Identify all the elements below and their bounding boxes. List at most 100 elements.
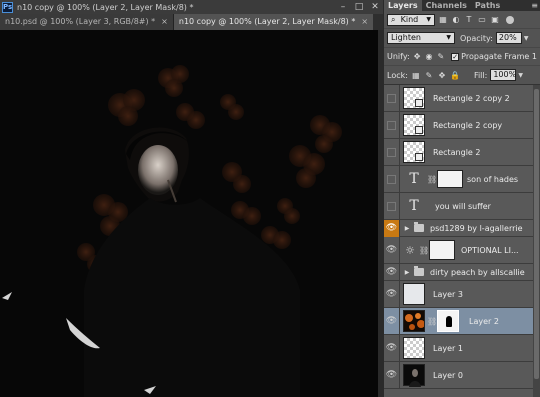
- layers-panel: Layers Channels Paths ≡ ⌕ Kind ▼ ▦ ◐ T ▭…: [383, 0, 540, 397]
- brightness-adjustment-icon: ☼: [405, 243, 415, 257]
- unify-position-icon[interactable]: ✥: [413, 52, 422, 62]
- link-icon[interactable]: ⛓: [419, 246, 429, 255]
- document-area: Ps n10 copy @ 100% (Layer 2, Layer Mask/…: [0, 0, 383, 397]
- visibility-toggle[interactable]: 👁: [384, 263, 400, 281]
- visibility-toggle[interactable]: 👁: [384, 334, 400, 362]
- filter-kind-label: Kind: [400, 14, 419, 24]
- doc-tab-n10-copy[interactable]: n10 copy @ 100% (Layer 2, Layer Mask/8) …: [173, 14, 374, 30]
- layer-row[interactable]: T you will suffer: [384, 192, 533, 220]
- photoshop-logo-icon: Ps: [2, 1, 13, 13]
- photoshop-window: Ps n10 copy @ 100% (Layer 2, Layer Mask/…: [0, 0, 540, 397]
- lock-all-icon[interactable]: 🔒: [450, 70, 460, 80]
- visibility-toggle[interactable]: [384, 138, 400, 166]
- layer-row[interactable]: 👁 Layer 1: [384, 334, 533, 362]
- layer-row-selected[interactable]: 👁 ⛓ Layer 2: [384, 307, 533, 335]
- visibility-off-icon: [387, 120, 396, 130]
- visibility-off-icon: [387, 147, 396, 157]
- tab-close-icon[interactable]: ×: [161, 14, 168, 30]
- visibility-toggle[interactable]: 👁: [384, 361, 400, 389]
- doc-tab-label: n10.psd @ 100% (Layer 3, RGB/8#) *: [5, 17, 156, 26]
- visibility-toggle[interactable]: 👁: [384, 307, 400, 335]
- text-layer-icon: T: [409, 198, 419, 214]
- blend-opacity-row: Lighten ▼ Opacity: 20% ▼: [384, 29, 540, 48]
- chevron-down-icon[interactable]: ▼: [524, 35, 529, 42]
- panel-menu-icon[interactable]: ≡: [531, 0, 538, 11]
- scrollbar-thumb[interactable]: [534, 89, 539, 379]
- folder-icon: [414, 266, 424, 276]
- filter-kind-select[interactable]: ⌕ Kind ▼: [387, 13, 435, 26]
- unify-style-icon[interactable]: ✎: [436, 52, 445, 62]
- lock-position-icon[interactable]: ✥: [437, 70, 447, 80]
- layer-name: Rectangle 2 copy: [433, 120, 503, 130]
- window-controls: – □ ✕: [335, 0, 383, 14]
- layer-name: Rectangle 2: [433, 147, 481, 157]
- filter-pixel-icon[interactable]: ▦: [438, 15, 448, 25]
- image-canvas[interactable]: [0, 30, 378, 397]
- tab-paths[interactable]: Paths: [471, 0, 504, 11]
- eye-icon: 👁: [385, 316, 398, 326]
- visibility-toggle[interactable]: [384, 165, 400, 193]
- tab-layers[interactable]: Layers: [384, 0, 422, 11]
- filter-type-icon[interactable]: T: [464, 15, 474, 25]
- lock-transparent-icon[interactable]: ▦: [411, 70, 421, 80]
- opacity-field[interactable]: 20%: [495, 32, 522, 44]
- layer-row[interactable]: 👁 Layer 3: [384, 280, 533, 308]
- layer-name: dirty peach by allscallie: [430, 267, 525, 277]
- propagate-checkbox[interactable]: ✓: [451, 52, 460, 61]
- unify-label: Unify:: [387, 52, 410, 61]
- layer-row[interactable]: Rectangle 2: [384, 138, 533, 166]
- layer-group-row[interactable]: 👁 ▶ psd1289 by l-agallerrie: [384, 219, 533, 237]
- layer-name: Layer 2: [469, 316, 499, 326]
- eye-icon: 👁: [385, 223, 398, 233]
- folder-icon: [414, 222, 424, 232]
- layer-name: psd1289 by l-agallerrie: [430, 223, 523, 233]
- filter-smart-object-icon[interactable]: ▣: [490, 15, 500, 25]
- shape-layer-icon: [415, 98, 423, 107]
- visibility-toggle[interactable]: 👁: [384, 236, 400, 264]
- filter-row: ⌕ Kind ▼ ▦ ◐ T ▭ ▣: [384, 11, 540, 29]
- layer-mask-thumbnail[interactable]: [437, 170, 463, 188]
- layer-row[interactable]: 👁 ☼ ⛓ OPTIONAL LI...: [384, 236, 533, 264]
- layer-name: Layer 3: [433, 289, 463, 299]
- layer-mask-thumbnail[interactable]: [429, 240, 455, 260]
- layer-row[interactable]: 👁 Layer 0: [384, 361, 533, 389]
- link-icon[interactable]: ⛓: [427, 175, 437, 184]
- blend-mode-select[interactable]: Lighten ▼: [387, 32, 455, 44]
- layers-scrollbar[interactable]: [533, 85, 540, 397]
- chevron-down-icon[interactable]: ▼: [518, 72, 523, 79]
- eye-icon: 👁: [385, 245, 398, 255]
- layer-row[interactable]: Rectangle 2 copy 2: [384, 84, 533, 112]
- lock-label: Lock:: [387, 70, 408, 80]
- chevron-right-icon[interactable]: ▶: [403, 225, 411, 232]
- visibility-off-icon: [387, 201, 396, 211]
- maximize-button[interactable]: □: [351, 0, 367, 14]
- doc-tab-n10-psd[interactable]: n10.psd @ 100% (Layer 3, RGB/8#) * ×: [0, 14, 174, 30]
- link-icon[interactable]: ⛓: [427, 317, 437, 326]
- visibility-toggle[interactable]: [384, 192, 400, 220]
- layer-row[interactable]: Rectangle 2 copy: [384, 111, 533, 139]
- unify-visibility-icon[interactable]: ◉: [425, 52, 434, 62]
- filter-toggle[interactable]: [506, 15, 514, 24]
- layer-thumbnail: [403, 310, 425, 332]
- tab-close-icon[interactable]: ×: [361, 14, 368, 30]
- layer-row[interactable]: T ⛓ son of hades: [384, 165, 533, 193]
- visibility-toggle[interactable]: [384, 84, 400, 112]
- filter-shape-icon[interactable]: ▭: [477, 15, 487, 25]
- layer-group-row[interactable]: 👁 ▶ dirty peach by allscallie: [384, 263, 533, 281]
- tab-channels[interactable]: Channels: [422, 0, 471, 11]
- close-button[interactable]: ✕: [367, 0, 383, 14]
- minimize-button[interactable]: –: [335, 0, 351, 14]
- layer-2-thumbnail-art: [404, 311, 424, 331]
- visibility-toggle[interactable]: 👁: [384, 280, 400, 308]
- lock-paint-icon[interactable]: ✎: [424, 70, 434, 80]
- visibility-toggle[interactable]: 👁: [384, 219, 400, 237]
- layer-mask-thumbnail[interactable]: [437, 310, 459, 332]
- blend-mode-value: Lighten: [391, 33, 421, 42]
- canvas-artwork: [2, 65, 342, 397]
- layer-name: son of hades: [467, 174, 519, 184]
- chevron-right-icon[interactable]: ▶: [403, 269, 411, 276]
- visibility-toggle[interactable]: [384, 111, 400, 139]
- fill-field[interactable]: 100%: [490, 69, 517, 81]
- layer-thumbnail: [403, 283, 425, 305]
- filter-adjustment-icon[interactable]: ◐: [451, 15, 461, 25]
